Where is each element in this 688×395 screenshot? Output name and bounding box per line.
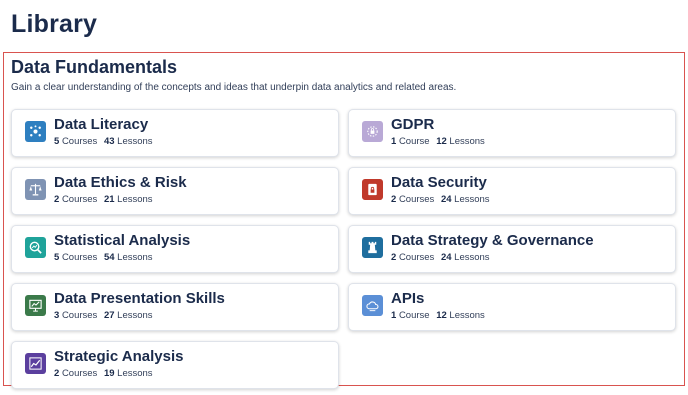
lesson-count: 12	[436, 136, 447, 147]
api-cloud-icon	[362, 295, 383, 316]
card-apis[interactable]: APIs 1 Course 12 Lessons	[348, 283, 676, 331]
courses-label: Courses	[61, 368, 98, 379]
lesson-count: 54	[103, 252, 115, 263]
lessons-label: Lessons	[449, 136, 485, 147]
card-data-presentation-skills[interactable]: Data Presentation Skills 3 Courses 27 Le…	[11, 283, 339, 331]
card-meta: 2 Courses 21 Lessons	[54, 194, 157, 205]
lesson-count: 19	[103, 368, 115, 379]
card-meta: 2 Courses 24 Lessons	[391, 252, 494, 263]
courses-label: Courses	[61, 310, 98, 321]
course-count: 5	[54, 252, 60, 263]
course-count: 3	[54, 310, 60, 321]
card-data-ethics-risk[interactable]: Data Ethics & Risk 2 Courses 21 Lessons	[11, 167, 339, 215]
data-literacy-icon	[25, 121, 46, 142]
lessons-label: Lessons	[449, 310, 485, 321]
section-description: Gain a clear understanding of the concep…	[11, 82, 457, 93]
lessons-label: Lessons	[454, 252, 490, 263]
card-title: GDPR	[391, 116, 435, 133]
card-meta: 1 Course 12 Lessons	[391, 136, 489, 147]
scales-icon	[25, 179, 46, 200]
card-title: Statistical Analysis	[54, 232, 191, 249]
card-title: Data Strategy & Governance	[391, 232, 594, 249]
magnifier-chart-icon	[25, 237, 46, 258]
lesson-count: 27	[103, 310, 115, 321]
lessons-label: Lessons	[117, 194, 153, 205]
courses-label: Courses	[61, 136, 98, 147]
course-count: 2	[391, 252, 397, 263]
card-title: Data Literacy	[54, 116, 149, 133]
lessons-label: Lessons	[117, 136, 153, 147]
lesson-count: 24	[440, 194, 452, 205]
card-meta: 5 Courses 54 Lessons	[54, 252, 157, 263]
card-data-strategy-governance[interactable]: Data Strategy & Governance 2 Courses 24 …	[348, 225, 676, 273]
card-meta: 1 Course 12 Lessons	[391, 310, 489, 321]
lesson-count: 12	[436, 310, 447, 321]
courses-label: Course	[398, 310, 430, 321]
card-gdpr[interactable]: GDPR 1 Course 12 Lessons	[348, 109, 676, 157]
lessons-label: Lessons	[117, 310, 153, 321]
courses-label: Courses	[398, 252, 435, 263]
courses-label: Courses	[61, 252, 98, 263]
card-title: Strategic Analysis	[54, 348, 184, 365]
card-title: APIs	[391, 290, 425, 307]
lessons-label: Lessons	[117, 252, 153, 263]
course-count: 1	[391, 136, 397, 147]
lessons-label: Lessons	[454, 194, 490, 205]
course-count: 2	[54, 194, 60, 205]
card-data-literacy[interactable]: Data Literacy 5 Courses 43 Lessons	[11, 109, 339, 157]
gdpr-icon	[362, 121, 383, 142]
card-meta: 5 Courses 43 Lessons	[54, 136, 157, 147]
data-fundamentals-section: Data Fundamentals Gain a clear understan…	[3, 52, 685, 389]
chess-rook-icon	[362, 237, 383, 258]
card-meta: 3 Courses 27 Lessons	[54, 310, 157, 321]
page-title: Library	[11, 10, 98, 38]
card-strategic-analysis[interactable]: Strategic Analysis 2 Courses 19 Lessons	[11, 341, 339, 389]
line-chart-icon	[25, 353, 46, 374]
lessons-label: Lessons	[117, 368, 153, 379]
course-count: 1	[391, 310, 397, 321]
card-meta: 2 Courses 24 Lessons	[391, 194, 494, 205]
presentation-board-icon	[25, 295, 46, 316]
card-title: Data Security	[391, 174, 487, 191]
course-count: 2	[391, 194, 397, 205]
course-count: 2	[54, 368, 60, 379]
lesson-count: 21	[103, 194, 115, 205]
lesson-count: 24	[440, 252, 452, 263]
card-data-security[interactable]: Data Security 2 Courses 24 Lessons	[348, 167, 676, 215]
course-count: 5	[54, 136, 60, 147]
card-meta: 2 Courses 19 Lessons	[54, 368, 157, 379]
courses-label: Course	[398, 136, 430, 147]
card-title: Data Ethics & Risk	[54, 174, 187, 191]
courses-label: Courses	[61, 194, 98, 205]
lock-document-icon	[362, 179, 383, 200]
lesson-count: 43	[103, 136, 115, 147]
card-statistical-analysis[interactable]: Statistical Analysis 5 Courses 54 Lesson…	[11, 225, 339, 273]
section-title: Data Fundamentals	[11, 57, 178, 77]
courses-label: Courses	[398, 194, 435, 205]
card-title: Data Presentation Skills	[54, 290, 225, 307]
